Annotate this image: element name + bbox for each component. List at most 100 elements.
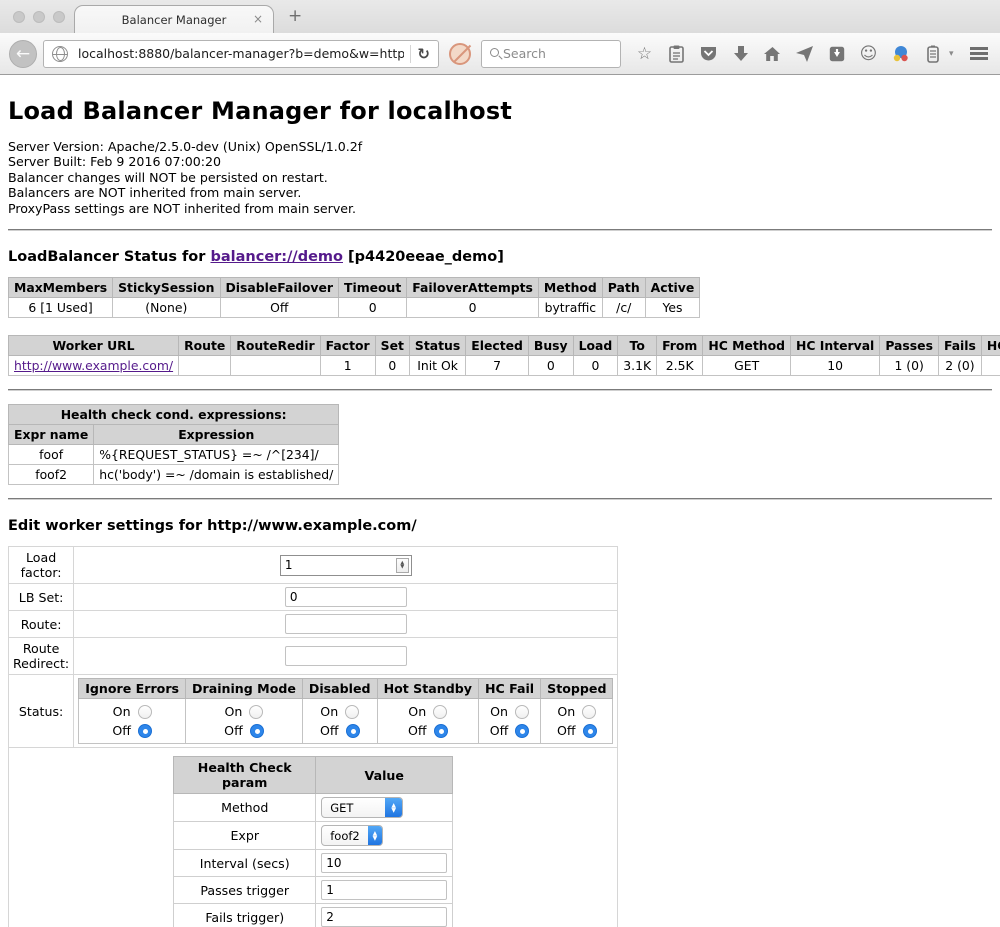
cell-expr-name: foof2 (9, 465, 94, 485)
tab-balancer-manager[interactable]: Balancer Manager × (74, 5, 274, 33)
close-window-button[interactable] (13, 11, 25, 23)
adblock-disabled-icon[interactable] (449, 43, 471, 65)
window-controls[interactable] (13, 11, 65, 23)
status-cell: Ignore Errors Draining Mode Disabled Hot… (74, 675, 618, 748)
back-button[interactable]: ← (9, 40, 37, 68)
ignore-errors-on-radio[interactable] (138, 705, 152, 719)
col-hc-fail: HC Fail (478, 679, 540, 699)
status-label: Status: (9, 675, 74, 748)
lb-set-input[interactable] (285, 587, 407, 607)
cell-hc-uri (981, 356, 1000, 376)
hot-standby-off-radio[interactable] (434, 724, 448, 738)
hc-fail-off-radio[interactable] (515, 724, 529, 738)
form-row-route: Route: (9, 611, 618, 638)
zoom-window-button[interactable] (53, 11, 65, 23)
col-passes: Passes (880, 336, 939, 356)
balancer-demo-link[interactable]: balancer://demo (210, 249, 343, 265)
overflow-caret-icon[interactable]: ▾ (949, 49, 954, 59)
worker-row: http://www.example.com/ 1 0 Init Ok 7 0 … (9, 356, 1000, 376)
fails-input[interactable] (321, 907, 447, 927)
hc-row-interval: Interval (secs) (174, 850, 453, 877)
downloads-icon[interactable] (731, 44, 750, 63)
tab-title: Balancer Manager (122, 13, 227, 27)
cell-hc-interval: 10 (790, 356, 879, 376)
worker-url-link[interactable]: http://www.example.com/ (14, 358, 173, 373)
col-to: To (618, 336, 657, 356)
hot-standby-on-radio[interactable] (433, 705, 447, 719)
load-factor-value[interactable]: 1 (281, 558, 396, 572)
save-page-icon[interactable] (827, 44, 846, 63)
disabled-on-radio[interactable] (345, 705, 359, 719)
col-hc-method: HC Method (703, 336, 791, 356)
load-factor-input[interactable]: 1 ▲▼ (280, 555, 412, 576)
draining-mode-on-radio[interactable] (249, 705, 263, 719)
send-tab-icon[interactable] (795, 44, 814, 63)
form-row-load-factor: Load factor: 1 ▲▼ (9, 547, 618, 584)
stopped-options: On Off (541, 699, 613, 744)
disabled-off-radio[interactable] (346, 724, 360, 738)
col-disablefailover: DisableFailover (220, 278, 339, 298)
col-fails: Fails (938, 336, 981, 356)
route-redirect-input[interactable] (285, 646, 407, 666)
cell-disablefailover: Off (220, 298, 339, 318)
col-active: Active (645, 278, 700, 298)
route-input[interactable] (285, 614, 407, 634)
route-cell (74, 611, 618, 638)
proxypass-note-line: ProxyPass settings are NOT inherited fro… (8, 201, 992, 216)
cell-routeredir (231, 356, 320, 376)
cell-timeout: 0 (339, 298, 407, 318)
off-label: Off (490, 723, 509, 738)
url-input[interactable]: localhost:8880/balancer-manager?b=demo&w… (74, 46, 404, 61)
expr-select[interactable]: foof2▲▼ (321, 825, 383, 846)
passes-input[interactable] (321, 880, 447, 900)
minimize-window-button[interactable] (33, 11, 45, 23)
number-stepper-icon[interactable]: ▲▼ (396, 558, 409, 573)
colored-dots-extension-icon[interactable] (891, 44, 910, 63)
expr-label: Expr (174, 822, 316, 850)
home-icon[interactable] (763, 44, 782, 63)
off-label: Off (112, 723, 131, 738)
bookmark-star-icon[interactable]: ☆ (635, 44, 654, 63)
search-placeholder: Search (503, 46, 546, 61)
chat-smiley-icon[interactable]: ☺ (859, 44, 878, 63)
draining-mode-off-radio[interactable] (250, 724, 264, 738)
site-identity-globe-icon[interactable] (52, 46, 68, 62)
draining-mode-options: On Off (186, 699, 303, 744)
method-select[interactable]: GET▲▼ (321, 797, 403, 818)
hot-standby-options: On Off (377, 699, 478, 744)
search-bar[interactable]: Search (481, 40, 621, 68)
on-label: On (490, 704, 508, 719)
method-selected-value: GET (322, 801, 385, 815)
col-failoverattempts: FailoverAttempts (407, 278, 539, 298)
select-stepper-icon: ▲▼ (368, 825, 383, 846)
hc-fail-on-radio[interactable] (515, 705, 529, 719)
cell-from: 2.5K (657, 356, 703, 376)
balancer-status-table: MaxMembers StickySession DisableFailover… (8, 277, 700, 318)
clipboard-icon[interactable] (667, 44, 686, 63)
reload-icon[interactable]: ↻ (417, 45, 430, 63)
cell-method: bytraffic (538, 298, 602, 318)
tab-bar: Balancer Manager × + (0, 0, 1000, 33)
table-row: 6 [1 Used] (None) Off 0 0 bytraffic /c/ … (9, 298, 700, 318)
edit-worker-heading: Edit worker settings for http://www.exam… (8, 518, 992, 534)
method-cell: GET▲▼ (316, 794, 453, 822)
form-row-route-redirect: Route Redirect: (9, 638, 618, 675)
tab-close-icon[interactable]: × (253, 12, 263, 26)
new-tab-button[interactable]: + (288, 6, 302, 26)
container-extension-icon[interactable] (923, 44, 942, 63)
expr-row: foof2 hc('body') =~ /domain is establish… (9, 465, 339, 485)
pocket-icon[interactable] (699, 44, 718, 63)
menu-hamburger-icon[interactable] (970, 47, 988, 60)
toolbar-buttons: ☆ ☺ (635, 44, 954, 63)
url-bar[interactable]: localhost:8880/balancer-manager?b=demo&w… (43, 40, 439, 68)
ignore-errors-off-radio[interactable] (138, 724, 152, 738)
disabled-options: On Off (302, 699, 377, 744)
browser-chrome: Balancer Manager × + ← localhost:8880/ba… (0, 0, 1000, 75)
off-label: Off (224, 723, 243, 738)
section-divider (8, 498, 992, 500)
interval-input[interactable] (321, 853, 447, 873)
stopped-off-radio[interactable] (583, 724, 597, 738)
status-header-row: Ignore Errors Draining Mode Disabled Hot… (79, 679, 613, 699)
col-factor: Factor (320, 336, 375, 356)
stopped-on-radio[interactable] (582, 705, 596, 719)
